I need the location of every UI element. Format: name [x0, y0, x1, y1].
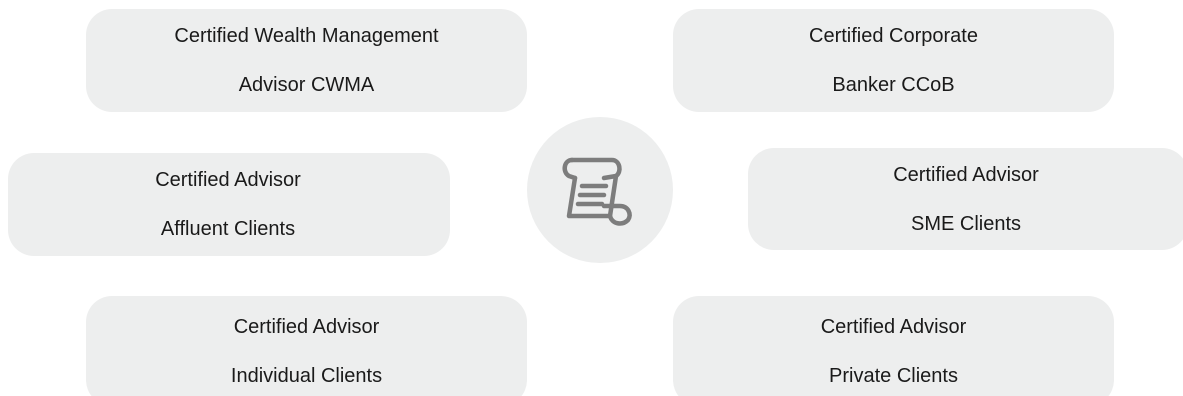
card-subtitle: SME Clients — [910, 212, 1022, 235]
card-title: Certified Advisor — [155, 169, 301, 191]
certification-diagram: Certified Wealth Management Advisor CWMA… — [0, 0, 1183, 396]
card-certified-wealth-management-advisor: Certified Wealth Management Advisor CWMA — [86, 9, 527, 112]
card-subtitle: Private Clients — [829, 364, 958, 387]
card-title: Certified Wealth Management — [174, 25, 439, 47]
center-badge — [527, 117, 673, 263]
card-subtitle: Banker CCoB — [832, 74, 955, 96]
card-certified-advisor-affluent-clients: Certified Advisor Affluent Clients — [8, 153, 450, 256]
card-title: Certified Advisor — [893, 163, 1039, 186]
card-certified-advisor-sme-clients: Certified Advisor SME Clients — [748, 148, 1183, 250]
card-certified-corporate-banker: Certified Corporate Banker CCoB — [673, 9, 1114, 112]
card-subtitle: Affluent Clients — [160, 218, 296, 240]
card-title: Certified Corporate — [809, 25, 978, 47]
scroll-icon — [562, 157, 632, 226]
card-certified-advisor-private-clients: Certified Advisor Private Clients — [673, 296, 1114, 396]
card-subtitle: Advisor CWMA — [238, 74, 375, 96]
card-subtitle: Individual Clients — [230, 364, 383, 387]
card-title: Certified Advisor — [233, 315, 380, 338]
card-certified-advisor-individual-clients: Certified Advisor Individual Clients — [86, 296, 527, 396]
card-title: Certified Advisor — [820, 315, 967, 338]
